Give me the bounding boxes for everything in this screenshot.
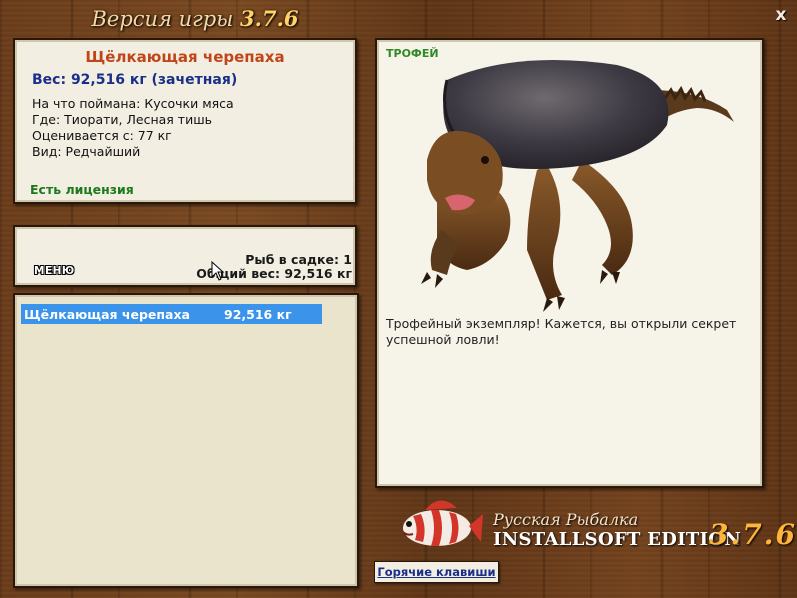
hotkeys-button[interactable]: Горячие клавиши (374, 561, 499, 583)
trophy-panel: ТРОФЕЙ Трофейный экземпляр! Кажется, вы … (375, 38, 764, 488)
list-item-name: Щёлкающая черепаха (24, 307, 190, 322)
license-status: Есть лицензия (30, 182, 134, 197)
location: Где: Тиорати, Лесная тишь (32, 112, 212, 127)
list-item[interactable]: Щёлкающая черепаха 92,516 кг (21, 304, 322, 324)
cage-fish-count: Рыб в садке: 1 (245, 252, 352, 267)
title-prefix: Версия игры (91, 7, 234, 31)
fish-name: Щёлкающая черепаха (85, 48, 285, 66)
caught-on: На что поймана: Кусочки мяса (32, 96, 234, 111)
fish-weight: Вес: 92,516 кг (зачетная) (32, 72, 238, 88)
window-title: Версия игры 3.7.6 (0, 6, 390, 31)
mouse-cursor-icon (211, 261, 225, 281)
catch-list: Щёлкающая черепаха 92,516 кг (13, 293, 359, 588)
snapping-turtle-image (421, 60, 734, 312)
cage-panel: МЕНЮ Рыб в садке: 1 Общий вес: 92,516 кг (13, 225, 357, 287)
fish-info-panel: Щёлкающая черепаха Вес: 92,516 кг (зачет… (13, 38, 357, 204)
trophy-message: Трофейный экземпляр! Кажется, вы открыли… (386, 316, 737, 347)
logo-edition: INSTALLSOFT EDITION (493, 529, 742, 550)
logo-russian-title: Русская Рыбалка (493, 510, 639, 529)
valued-from: Оценивается с: 77 кг (32, 128, 172, 143)
menu-button[interactable]: МЕНЮ (34, 265, 75, 277)
fish-kind: Вид: Редчайший (32, 144, 141, 159)
logo-version: 3.7.6 (709, 518, 797, 551)
title-version: 3.7.6 (240, 6, 299, 31)
list-item-weight: 92,516 кг (224, 307, 292, 322)
game-logo: Русская Рыбалка INSTALLSOFT EDITION 3.7.… (385, 488, 795, 568)
fish-logo-icon (402, 500, 483, 546)
close-button[interactable]: x (771, 5, 791, 25)
